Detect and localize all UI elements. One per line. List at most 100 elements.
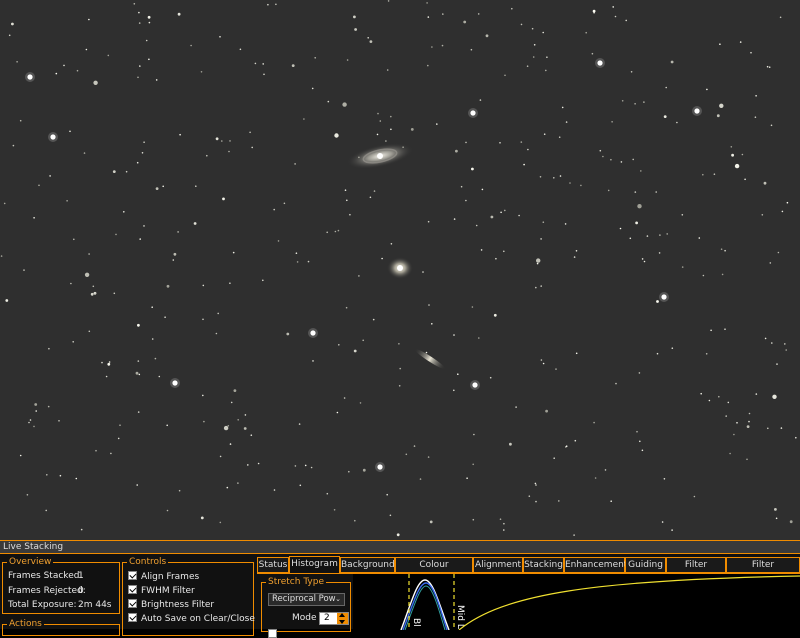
star: [419, 478, 422, 480]
star: [741, 153, 744, 156]
star: [545, 69, 547, 72]
star: [151, 338, 154, 340]
star: [215, 332, 218, 335]
star: [307, 260, 310, 263]
brightness-filter-checkbox[interactable]: Brightness Filter: [128, 599, 214, 610]
star-halo: [692, 106, 702, 116]
tab-filter-brightness[interactable]: Filter (Brightness): [726, 557, 800, 584]
star: [720, 248, 723, 250]
star: [427, 64, 429, 67]
star: [48, 347, 50, 350]
fwhm-filter-checkbox[interactable]: FWHM Filter: [128, 585, 195, 596]
tab-colour-calibration[interactable]: Colour Calibration: [395, 557, 473, 584]
histogram-plot[interactable]: Bl Mid L: [353, 574, 800, 630]
star: [776, 363, 778, 365]
star: [88, 18, 90, 21]
star: [28, 421, 30, 424]
star: [564, 223, 567, 225]
star: [34, 403, 38, 406]
star: [665, 86, 667, 89]
tab-stacking[interactable]: Stacking: [523, 557, 564, 573]
star: [84, 272, 90, 277]
star: [147, 15, 151, 19]
star: [354, 28, 357, 31]
star: [490, 215, 494, 219]
star: [565, 445, 568, 448]
star: [719, 103, 724, 109]
controls-legend: Controls: [127, 557, 169, 567]
star: [230, 401, 233, 404]
star: [405, 453, 408, 456]
total-exposure-value: 2m 44s: [78, 600, 112, 610]
star: [177, 231, 179, 233]
star: [29, 419, 32, 421]
star-halo: [595, 58, 605, 68]
align-frames-label: Align Frames: [141, 572, 200, 582]
star: [137, 411, 140, 413]
star: [311, 87, 314, 90]
star: [611, 121, 613, 123]
star: [768, 66, 771, 68]
tab-status[interactable]: Status: [257, 557, 289, 573]
tab-background[interactable]: Background: [340, 557, 395, 573]
star: [509, 442, 512, 446]
star: [471, 306, 474, 308]
star: [179, 133, 181, 136]
star: [771, 342, 773, 344]
tab-enhancement[interactable]: Enhancement: [564, 557, 627, 573]
star: [540, 285, 542, 287]
live-stacking-panel: Live Stacking Overview Frames Stacked: 1…: [0, 540, 800, 638]
check-icon[interactable]: [128, 599, 137, 608]
star: [373, 190, 376, 192]
star: [262, 63, 265, 65]
star-halo: [375, 462, 385, 472]
star: [602, 155, 604, 158]
star: [5, 299, 9, 302]
star: [499, 142, 501, 144]
star: [774, 508, 777, 511]
star: [33, 217, 35, 219]
tab-guiding[interactable]: Guiding: [625, 557, 666, 573]
mode-stepper[interactable]: 2: [319, 612, 349, 625]
star: [148, 58, 150, 61]
star: [580, 184, 582, 187]
star: [85, 48, 88, 51]
align-frames-checkbox[interactable]: Align Frames: [128, 571, 199, 582]
auto-save-checkbox[interactable]: Auto Save on Clear/Close: [128, 613, 255, 624]
star: [145, 39, 148, 42]
checkbox-icon[interactable]: [268, 629, 277, 638]
tab-alignment[interactable]: Alignment: [473, 557, 523, 573]
tab-filter-fwhm[interactable]: Filter (FWHM): [666, 557, 726, 584]
star: [515, 406, 517, 408]
star: [88, 330, 91, 333]
star: [636, 430, 638, 433]
star: [229, 140, 231, 142]
check-icon[interactable]: [128, 585, 137, 594]
star: [495, 257, 497, 260]
star: [427, 220, 430, 223]
star: [359, 402, 362, 404]
tab-histogram[interactable]: Histogram: [289, 556, 340, 573]
star: [542, 221, 545, 223]
star-field-image: [0, 0, 797, 537]
star: [663, 478, 666, 480]
star: [746, 458, 748, 461]
star: [33, 425, 35, 428]
check-icon[interactable]: [128, 613, 137, 622]
spin-arrows-icon[interactable]: [337, 613, 348, 624]
star: [731, 153, 734, 157]
star: [190, 44, 192, 47]
star: [12, 144, 15, 147]
star: [139, 65, 141, 67]
check-icon[interactable]: [128, 571, 137, 580]
star: [553, 457, 555, 460]
live-image-view[interactable]: [0, 0, 800, 540]
star: [298, 423, 301, 425]
star: [72, 341, 74, 343]
star: [105, 375, 108, 378]
star: [727, 401, 730, 404]
star: [273, 489, 276, 491]
stretch-type-select[interactable]: Reciprocal Pow ⌄: [268, 593, 345, 606]
star: [83, 152, 86, 154]
star: [425, 351, 428, 354]
